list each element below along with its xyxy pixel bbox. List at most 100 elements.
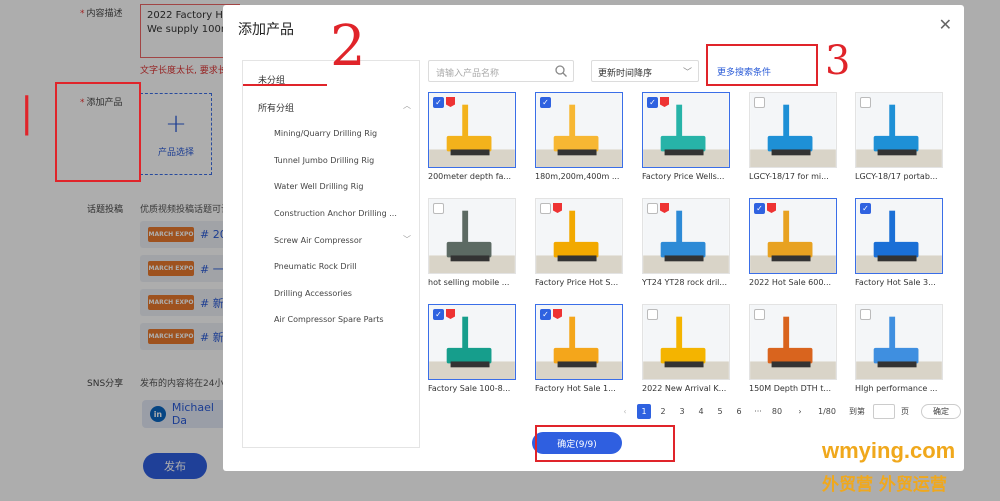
page-button[interactable]: 6 (732, 404, 746, 419)
product-card[interactable]: ✓ 180m,200m,400m ... (535, 92, 623, 181)
product-card[interactable]: ✓ Factory Price Wells... (642, 92, 730, 181)
page-button[interactable]: 1 (637, 403, 651, 419)
goto-label: 到第 (848, 406, 865, 416)
product-name: hot selling mobile ... (428, 278, 510, 287)
product-card[interactable]: ✓ 2022 Hot Sale 600... (749, 198, 837, 287)
watermark-text: 外贸营 外贸运营 (822, 475, 947, 495)
product-card[interactable]: 150M Depth DTH t... (749, 304, 837, 393)
checkbox-checked-icon[interactable]: ✓ (433, 309, 444, 320)
product-card[interactable]: LGCY-18/17 for mi... (749, 92, 837, 181)
product-name: LGCY-18/17 for mi... (749, 172, 829, 181)
checkbox-icon[interactable] (860, 309, 871, 320)
goto-confirm-button[interactable]: 确定 (920, 403, 961, 419)
product-card[interactable]: hot selling mobile ... (428, 198, 516, 287)
product-thumbnail[interactable] (535, 198, 623, 274)
product-card[interactable]: ✓ Factory Hot Sale 3... (855, 198, 943, 287)
chevron-down-icon: ﹀ (682, 68, 692, 78)
chevron-up-icon[interactable]: ︿ (403, 100, 411, 111)
page-ellipsis[interactable]: ··· (751, 404, 765, 419)
annotation-box-1 (55, 82, 141, 182)
product-name: 200meter depth fa... (428, 172, 512, 181)
checkbox-icon[interactable] (860, 97, 871, 108)
product-thumbnail[interactable]: ✓ (428, 92, 516, 168)
checkbox-checked-icon[interactable]: ✓ (754, 203, 765, 214)
product-thumbnail[interactable] (642, 304, 730, 380)
page-button[interactable]: 5 (713, 404, 727, 419)
group-item[interactable]: Air Compressor Spare Parts (274, 315, 404, 324)
product-thumbnail[interactable]: ✓ (535, 92, 623, 168)
product-name: Factory Sale 100-8... (428, 384, 511, 393)
annotation-box-3 (706, 44, 818, 86)
group-item[interactable]: Construction Anchor Drilling ... (274, 209, 404, 218)
product-thumbnail[interactable] (855, 92, 943, 168)
product-thumbnail[interactable] (749, 92, 837, 168)
next-page-button[interactable]: › (793, 404, 807, 419)
prev-page-button[interactable]: ‹ (618, 404, 632, 419)
product-card[interactable]: 2022 New Arrival K... (642, 304, 730, 393)
group-item[interactable]: Mining/Quarry Drilling Rig (274, 129, 404, 138)
annotation-underline-2 (243, 58, 327, 86)
product-thumbnail[interactable]: ✓ (428, 304, 516, 380)
product-name: YT24 YT28 rock dril... (642, 278, 728, 287)
product-card[interactable]: Factory Price Hot S... (535, 198, 623, 287)
product-name: LGCY-18/17 portab... (855, 172, 938, 181)
product-card[interactable]: ✓ Factory Hot Sale 1... (535, 304, 623, 393)
product-thumbnail[interactable]: ✓ (642, 92, 730, 168)
product-thumbnail[interactable] (642, 198, 730, 274)
product-name: 2022 New Arrival K... (642, 384, 727, 393)
product-name: 150M Depth DTH t... (749, 384, 831, 393)
sort-value: 更新时间降序 (598, 69, 653, 79)
checkbox-icon[interactable] (540, 203, 551, 214)
search-icon[interactable] (554, 64, 568, 78)
group-all[interactable]: 所有分组 (258, 101, 294, 114)
product-name: HIgh performance ... (855, 384, 938, 393)
product-thumbnail[interactable]: ✓ (749, 198, 837, 274)
checkbox-checked-icon[interactable]: ✓ (433, 97, 444, 108)
product-search-input[interactable]: 请输入产品名称 (428, 60, 574, 82)
product-card[interactable]: YT24 YT28 rock dril... (642, 198, 730, 287)
chevron-down-icon[interactable]: ﹀ (403, 234, 411, 245)
product-card[interactable]: ✓ Factory Sale 100-8... (428, 304, 516, 393)
page-button[interactable]: 3 (675, 404, 689, 419)
product-thumbnail[interactable] (749, 304, 837, 380)
product-name: Factory Price Hot S... (535, 278, 619, 287)
product-name: Factory Price Wells... (642, 172, 725, 181)
checkbox-checked-icon[interactable]: ✓ (860, 203, 871, 214)
close-icon[interactable]: ✕ (939, 15, 952, 34)
product-card[interactable]: LGCY-18/17 portab... (855, 92, 943, 181)
annotation-number-1: | (20, 90, 34, 136)
product-thumbnail[interactable]: ✓ (855, 198, 943, 274)
sort-select[interactable]: 更新时间降序 ﹀ (591, 60, 699, 82)
checkbox-icon[interactable] (647, 203, 658, 214)
page-button[interactable]: 2 (656, 404, 670, 419)
group-item[interactable]: Screw Air Compressor (274, 236, 404, 245)
group-item[interactable]: Pneumatic Rock Drill (274, 262, 404, 271)
checkbox-icon[interactable] (647, 309, 658, 320)
checkbox-checked-icon[interactable]: ✓ (540, 309, 551, 320)
product-thumbnail[interactable] (855, 304, 943, 380)
page-info: 1/80 (818, 406, 836, 416)
product-card[interactable]: HIgh performance ... (855, 304, 943, 393)
product-name: Factory Hot Sale 1... (535, 384, 616, 393)
group-item[interactable]: Water Well Drilling Rig (274, 182, 404, 191)
product-thumbnail[interactable] (428, 198, 516, 274)
modal-title: 添加产品 (238, 22, 294, 38)
product-name: Factory Hot Sale 3... (855, 278, 936, 287)
group-panel: 未分组 所有分组 ︿ Mining/Quarry Drilling Rig Tu… (242, 60, 420, 448)
annotation-box-confirm (535, 425, 675, 462)
group-item[interactable]: Tunnel Jumbo Drilling Rig (274, 156, 404, 165)
page-unit: 页 (900, 406, 909, 416)
goto-page-input[interactable] (872, 403, 895, 419)
checkbox-icon[interactable] (754, 309, 765, 320)
annotation-number-2: 2 (330, 14, 366, 79)
checkbox-checked-icon[interactable]: ✓ (540, 97, 551, 108)
product-thumbnail[interactable]: ✓ (535, 304, 623, 380)
page-button[interactable]: 4 (694, 404, 708, 419)
checkbox-icon[interactable] (433, 203, 444, 214)
checkbox-checked-icon[interactable]: ✓ (647, 97, 658, 108)
checkbox-icon[interactable] (754, 97, 765, 108)
product-card[interactable]: ✓ 200meter depth fa... (428, 92, 516, 181)
pagination: ‹ 1 2 3 4 5 6 ··· 80 › 1/80 到第 页 确定 (618, 402, 961, 420)
page-button[interactable]: 80 (770, 404, 784, 419)
group-item[interactable]: Drilling Accessories (274, 289, 404, 298)
